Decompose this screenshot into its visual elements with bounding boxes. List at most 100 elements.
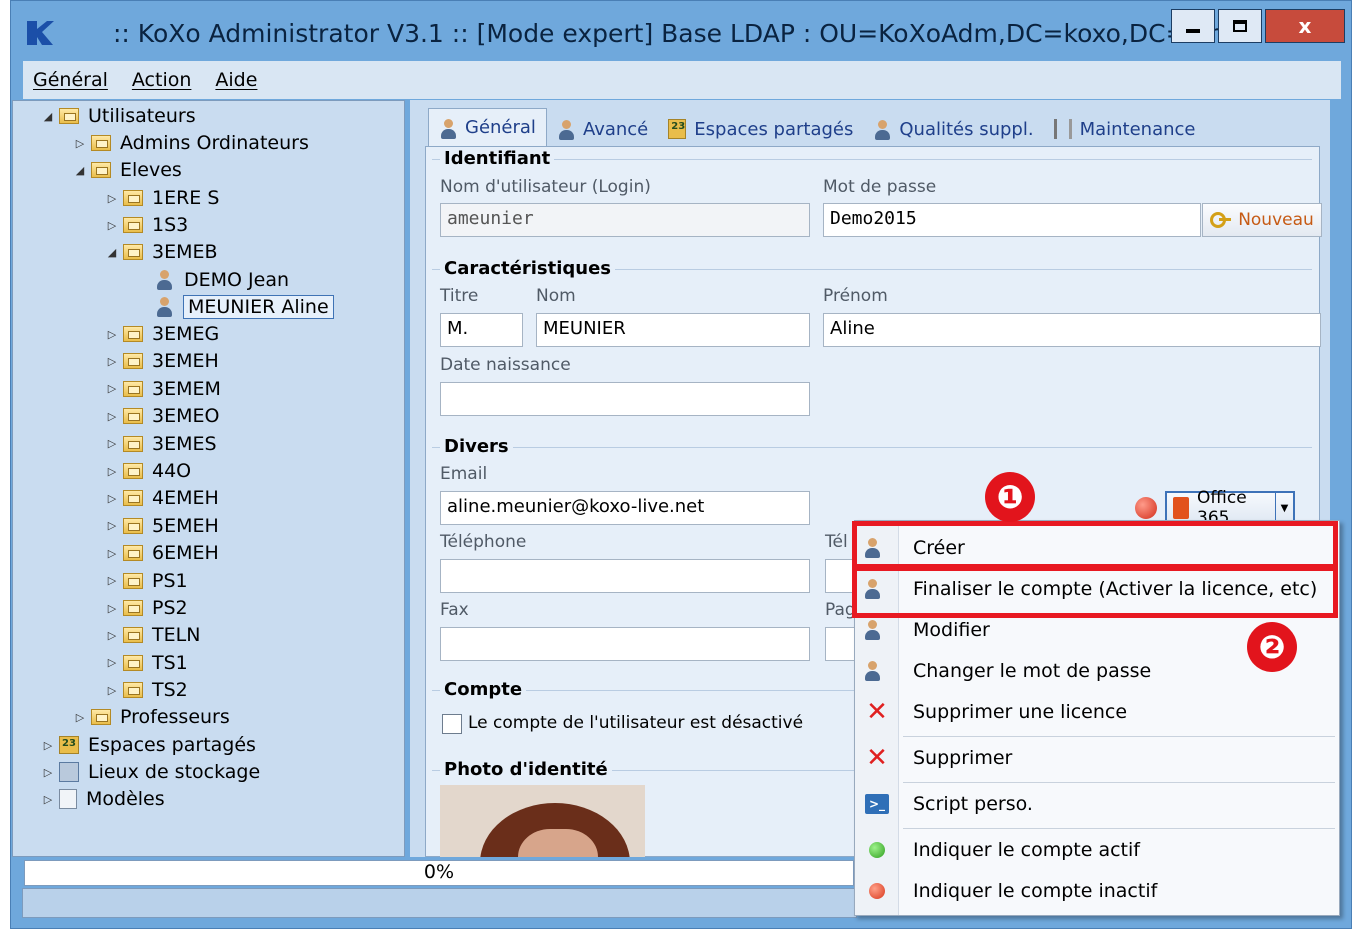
tree-node-user[interactable]: DEMO Jean (155, 267, 289, 293)
menu-item-supprimer[interactable]: ✕ Supprimer (855, 738, 1339, 778)
nouveau-password-button[interactable]: Nouveau (1202, 203, 1322, 237)
nom-label: Nom (536, 286, 576, 306)
tree-node-class[interactable]: ▷ 3EMEM (105, 376, 221, 402)
group-identifiant: Identifiant (440, 148, 555, 169)
tree-node-class[interactable]: ▷ 6EMEH (105, 540, 219, 566)
folder-icon (59, 108, 79, 124)
folder-icon (123, 545, 143, 562)
collapse-icon[interactable]: ◢ (73, 164, 87, 177)
tree-node-class[interactable]: ▷ PS1 (105, 568, 188, 594)
menu-bar: Général Action Aide (23, 61, 1341, 99)
login-field[interactable]: ameunier (440, 203, 810, 237)
tree-node-class[interactable]: ▷ TS1 (105, 650, 188, 676)
tree-label: Eleves (120, 159, 182, 181)
expand-icon[interactable]: ▷ (73, 711, 87, 724)
tree-node-user-selected[interactable]: MEUNIER Aline (155, 294, 334, 320)
expand-icon[interactable]: ▷ (105, 492, 119, 505)
expand-icon[interactable]: ▷ (105, 684, 119, 697)
expand-icon[interactable]: ▷ (105, 192, 119, 205)
tree-node-eleves[interactable]: ◢ Eleves (73, 157, 182, 183)
maximize-button[interactable] (1218, 9, 1262, 43)
tree-node-class[interactable]: ▷ 3EMEO (105, 403, 220, 429)
expand-icon[interactable]: ▷ (105, 574, 119, 587)
tree-label: 44O (152, 460, 192, 482)
menu-item-supprimer-licence[interactable]: ✕ Supprimer une licence (855, 692, 1339, 732)
expand-icon[interactable]: ▷ (41, 793, 55, 806)
email-field[interactable]: aline.meunier@koxo-live.net (440, 491, 810, 525)
tree-node-lieux[interactable]: ▷ Lieux de stockage (41, 759, 260, 785)
close-button[interactable]: x (1265, 9, 1345, 43)
tab-espaces[interactable]: Espaces partagés (658, 112, 863, 146)
tree-node-3emeb[interactable]: ◢ 3EMEB (105, 239, 218, 265)
menu-item-script[interactable]: >_ Script perso. (855, 784, 1339, 824)
prenom-field[interactable]: Aline (823, 313, 1321, 347)
tab-label: Espaces partagés (694, 118, 854, 140)
tree-node-modeles[interactable]: ▷ Modèles (41, 786, 165, 812)
menu-action[interactable]: Action (132, 69, 192, 91)
expand-icon[interactable]: ▷ (105, 355, 119, 368)
folder-icon (91, 135, 111, 151)
menu-item-compte-inactif[interactable]: Indiquer le compte inactif (855, 871, 1339, 911)
folder-icon (123, 682, 143, 699)
account-disabled-checkbox[interactable] (442, 714, 462, 734)
tree-label: Modèles (86, 788, 165, 810)
tree-panel[interactable]: ◢ Utilisateurs ▷ Admins Ordinateurs ◢ El… (12, 100, 405, 857)
expand-icon[interactable]: ▷ (73, 137, 87, 150)
tree-node-class[interactable]: ▷ 3EMEH (105, 348, 219, 374)
expand-icon[interactable]: ▷ (105, 382, 119, 395)
folder-icon (123, 572, 143, 589)
tree-node-class[interactable]: ▷ 1ERE S (105, 185, 220, 211)
expand-icon[interactable]: ▷ (105, 328, 119, 341)
tree-label: Admins Ordinateurs (120, 132, 309, 154)
expand-icon[interactable]: ▷ (105, 656, 119, 669)
menu-item-label: Indiquer le compte inactif (913, 880, 1158, 902)
titre-field[interactable]: M. (440, 313, 523, 347)
title-bar[interactable]: :: KoXo Administrator V3.1 :: [Mode expe… (11, 1, 1351, 61)
menu-general[interactable]: Général (33, 69, 108, 91)
tree-node-class[interactable]: ▷ 3EMEG (105, 321, 219, 347)
expand-icon[interactable]: ▷ (41, 766, 55, 779)
user-icon (155, 296, 175, 318)
menu-aide[interactable]: Aide (215, 69, 257, 91)
expand-icon[interactable]: ▷ (105, 547, 119, 560)
password-field[interactable]: Demo2015 (823, 203, 1201, 237)
tree-node-admins[interactable]: ▷ Admins Ordinateurs (73, 130, 309, 156)
red-dot-icon (869, 883, 885, 899)
tree-node-class[interactable]: ▷ TS2 (105, 677, 188, 703)
expand-icon[interactable]: ▷ (105, 519, 119, 532)
menu-item-compte-actif[interactable]: Indiquer le compte actif (855, 830, 1339, 870)
expand-icon[interactable]: ▷ (41, 739, 55, 752)
folder-icon (91, 709, 111, 725)
shared-space-icon (668, 119, 687, 139)
collapse-icon[interactable]: ◢ (41, 110, 55, 123)
tree-node-class[interactable]: ▷ 44O (105, 458, 191, 484)
tree-node-class[interactable]: ▷ TELN (105, 622, 201, 648)
date-naissance-field[interactable] (440, 382, 810, 416)
tab-general[interactable]: Général (428, 108, 547, 146)
expand-icon[interactable]: ▷ (105, 629, 119, 642)
window-title: :: KoXo Administrator V3.1 :: [Mode expe… (113, 19, 1225, 48)
tree-node-utilisateurs[interactable]: ◢ Utilisateurs (41, 103, 196, 129)
fax-field[interactable] (440, 627, 810, 661)
chevron-down-icon[interactable]: ▼ (1275, 493, 1293, 523)
tree-node-professeurs[interactable]: ▷ Professeurs (73, 704, 230, 730)
expand-icon[interactable]: ▷ (105, 465, 119, 478)
expand-icon[interactable]: ▷ (105, 437, 119, 450)
tab-qualites[interactable]: Qualités suppl. (863, 112, 1043, 146)
minimize-button[interactable] (1171, 9, 1215, 43)
tree-node-class[interactable]: ▷ 1S3 (105, 212, 188, 238)
telephone-field[interactable] (440, 559, 810, 593)
expand-icon[interactable]: ▷ (105, 219, 119, 232)
expand-icon[interactable]: ▷ (105, 410, 119, 423)
tree-node-class[interactable]: ▷ 4EMEH (105, 485, 219, 511)
tree-node-class[interactable]: ▷ PS2 (105, 595, 188, 621)
tab-maintenance[interactable]: Maintenance (1044, 112, 1206, 146)
nom-field[interactable]: MEUNIER (536, 313, 810, 347)
expand-icon[interactable]: ▷ (105, 602, 119, 615)
tree-node-class[interactable]: ▷ 3EMES (105, 431, 217, 457)
tree-node-espaces[interactable]: ▷ Espaces partagés (41, 732, 256, 758)
tree-node-class[interactable]: ▷ 5EMEH (105, 513, 219, 539)
delete-icon: ✕ (866, 743, 888, 773)
tab-avance[interactable]: Avancé (547, 112, 658, 146)
collapse-icon[interactable]: ◢ (105, 246, 119, 259)
